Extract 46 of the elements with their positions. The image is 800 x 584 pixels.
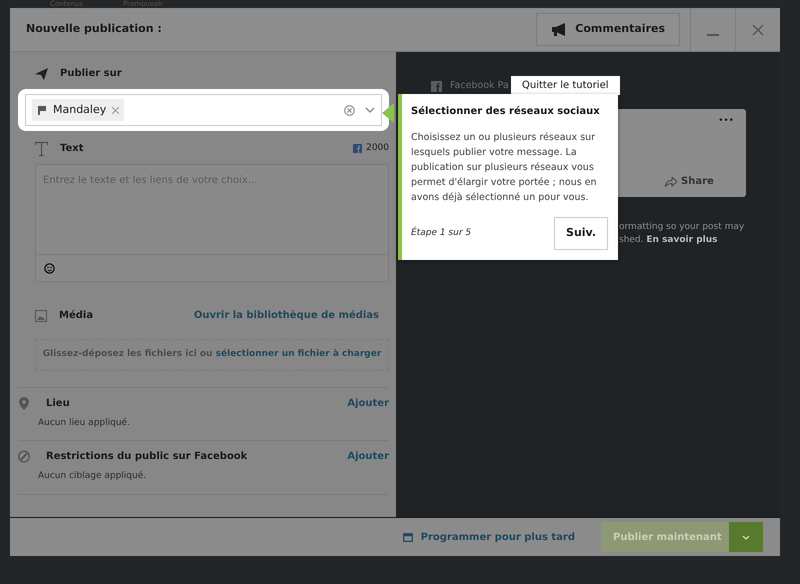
add-link[interactable]: Ajouter <box>347 396 389 410</box>
chevron-down-icon <box>742 534 750 540</box>
section-note: Aucun ciblage appliqué. <box>37 470 148 483</box>
file-select-link[interactable]: sélectionner un fichier à charger <box>216 349 382 359</box>
megaphone-icon <box>551 23 568 36</box>
section-title: Restrictions du public sur Facebook <box>46 450 248 464</box>
share-arrow-icon <box>665 176 677 186</box>
tag-label: Mandaley <box>53 102 106 118</box>
next-button[interactable]: Suiv. <box>554 217 608 250</box>
paper-plane-icon <box>35 68 48 80</box>
clear-icon[interactable] <box>344 104 355 116</box>
more-button[interactable]: ••• <box>718 115 734 128</box>
preview-note: ormatting so your post may <box>619 221 744 234</box>
section-label: Text <box>60 142 85 156</box>
network-select[interactable]: Mandaley <box>25 94 382 126</box>
comments-button[interactable]: Commentaires <box>536 13 680 46</box>
network-tag[interactable]: Mandaley <box>32 98 124 122</box>
minimize-icon <box>707 34 719 36</box>
popover-title: Sélectionner des réseaux sociaux <box>411 106 601 118</box>
section-note: Aucun lieu appliqué. <box>37 416 131 430</box>
section-label: Média <box>59 309 94 323</box>
remove-icon[interactable] <box>112 106 120 114</box>
popover-text: Choisissez un ou plusieurs réseaux sur lesquels publier votre message. La publication sur plusieurs réseaux vous permet d'élargir votre portée ; nous en avons déjà sélectionné un pour vous. <box>411 131 598 205</box>
calendar-icon <box>402 532 413 542</box>
network-name: Facebook Pa <box>431 79 509 94</box>
character-count: 2000 <box>353 142 389 156</box>
media-library-link[interactable]: Ouvrir la bibliothèque de médias <box>194 308 379 323</box>
schedule-link[interactable]: Programmer pour plus tard <box>402 530 575 544</box>
step-indicator: Étape 1 sur 5 <box>411 226 472 240</box>
section-title: Lieu <box>46 396 71 410</box>
modal-title: Nouvelle publication : <box>25 21 163 38</box>
share-button[interactable]: Share <box>665 174 714 189</box>
add-link[interactable]: Ajouter <box>347 449 389 464</box>
preview-note: shed. En savoir plus <box>619 234 718 247</box>
image-icon <box>35 310 47 322</box>
text-icon <box>35 142 48 156</box>
drop-zone[interactable]: Glissez-déposez les fichiers ici ou sélectionner un fichier à charger <box>35 339 389 370</box>
section-label: Publier sur <box>60 67 122 81</box>
smiley-icon[interactable] <box>44 262 55 274</box>
flag-icon <box>37 105 47 115</box>
facebook-icon <box>431 80 442 92</box>
pin-icon <box>18 396 30 410</box>
quit-tutorial-button[interactable]: Quitter le tutoriel <box>511 76 620 95</box>
chevron-down-icon[interactable] <box>365 107 375 113</box>
close-icon <box>752 24 764 36</box>
facebook-icon <box>353 144 362 153</box>
